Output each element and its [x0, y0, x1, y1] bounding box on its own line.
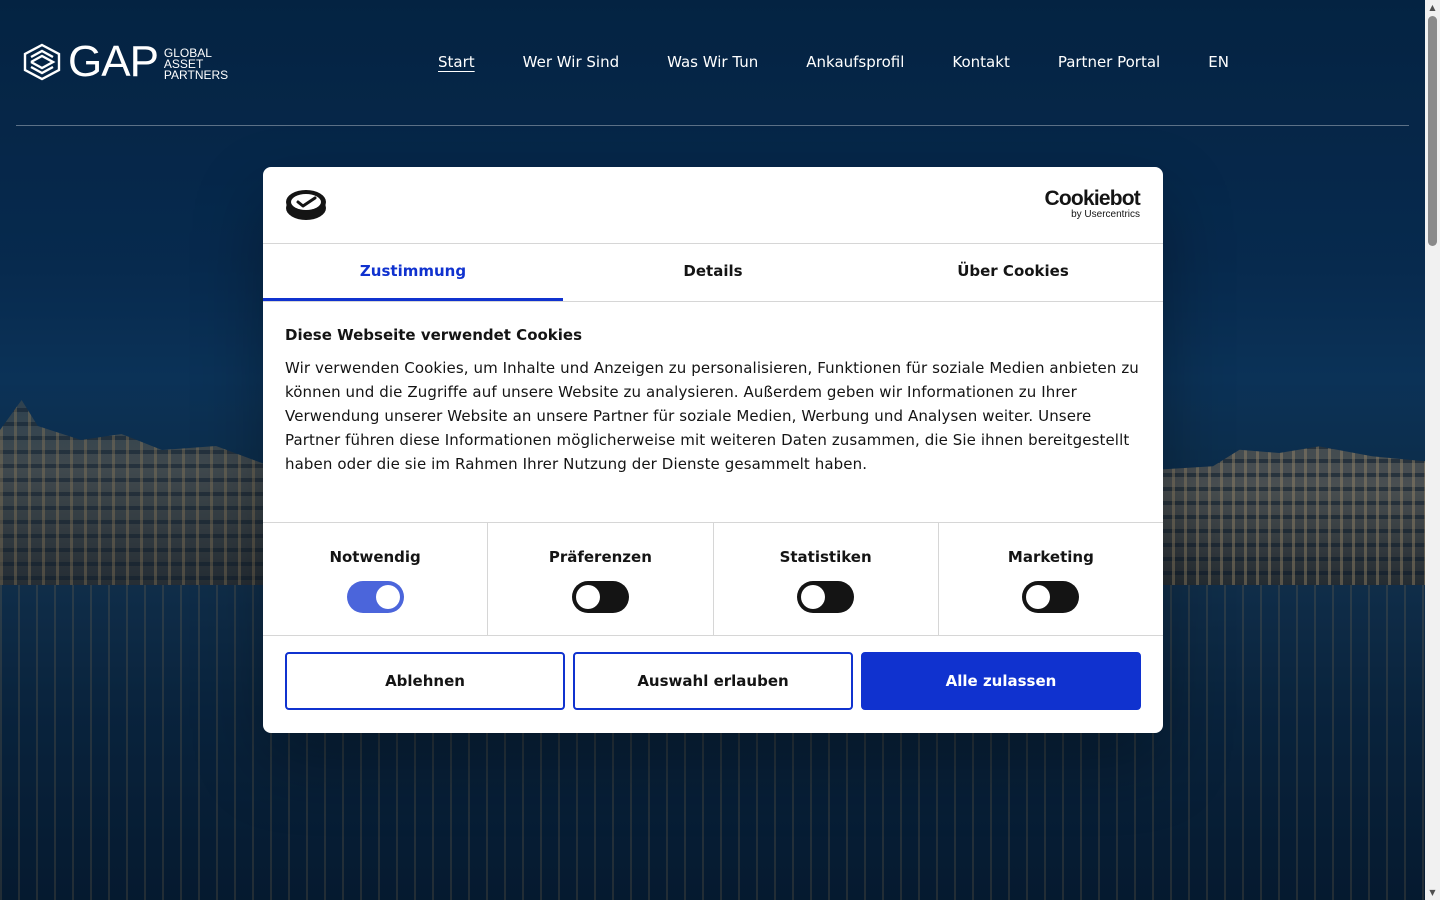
- nav-item-wer-wir-sind[interactable]: Wer Wir Sind: [523, 50, 619, 74]
- cookiebot-logo-text: Cookiebot: [1044, 187, 1141, 210]
- tab-zustimmung[interactable]: Zustimmung: [263, 244, 563, 301]
- scroll-thumb[interactable]: [1428, 16, 1437, 246]
- site-logo[interactable]: GAP GLOBAL ASSET PARTNERS: [22, 37, 229, 86]
- nav-item-start[interactable]: Start: [438, 50, 475, 74]
- decline-button[interactable]: Ablehnen: [285, 652, 565, 710]
- toggle-cell-notwendig: Notwendig: [263, 523, 489, 635]
- page-scrollbar[interactable]: ▲ ▼: [1425, 0, 1440, 900]
- gap-logo-icon: [23, 43, 61, 81]
- cookiebot-brand[interactable]: Cookiebot by Usercentrics: [1044, 187, 1141, 221]
- toggle-knob: [575, 585, 600, 609]
- site-header: GAP GLOBAL ASSET PARTNERS Start Wer Wir …: [0, 0, 1425, 126]
- toggle-cell-marketing: Marketing: [939, 523, 1163, 635]
- nav-item-kontakt[interactable]: Kontakt: [952, 50, 1009, 74]
- toggle-knob: [1026, 585, 1051, 609]
- toggle-label: Marketing: [1007, 548, 1094, 566]
- toggle-praeferenzen[interactable]: [571, 581, 629, 613]
- scroll-up-arrow-icon[interactable]: ▲: [1425, 0, 1440, 15]
- toggle-label: Präferenzen: [548, 548, 652, 566]
- tab-ueber-cookies[interactable]: Über Cookies: [863, 244, 1163, 301]
- header-divider: [16, 125, 1409, 126]
- toggle-cell-praeferenzen: Präferenzen: [488, 523, 714, 635]
- toggle-knob: [801, 585, 826, 609]
- toggle-marketing[interactable]: [1022, 581, 1080, 613]
- logo-sub-line: PARTNERS: [163, 67, 229, 82]
- nav-item-ankaufsprofil[interactable]: Ankaufsprofil: [806, 50, 904, 74]
- cookiebot-by-text: by Usercentrics: [1071, 209, 1140, 220]
- consent-tabs: Zustimmung Details Über Cookies: [263, 244, 1163, 302]
- dialog-description: Wir verwenden Cookies, um Inhalte und An…: [285, 359, 1139, 473]
- toggle-statistiken[interactable]: [797, 581, 855, 613]
- consent-toggles: Notwendig Präferenzen Statistiken Market…: [263, 523, 1163, 636]
- nav-item-partner-portal[interactable]: Partner Portal: [1058, 50, 1160, 74]
- toggle-label: Notwendig: [329, 548, 421, 566]
- main-nav: Start Wer Wir Sind Was Wir Tun Ankaufspr…: [438, 50, 1277, 74]
- logo-wordmark: GAP: [68, 37, 159, 86]
- nav-item-language-en[interactable]: EN: [1208, 50, 1229, 74]
- toggle-cell-statistiken: Statistiken: [714, 523, 939, 635]
- allow-all-button[interactable]: Alle zulassen: [861, 652, 1141, 710]
- tab-details[interactable]: Details: [563, 244, 863, 301]
- dialog-header: Cookiebot by Usercentrics: [263, 167, 1163, 244]
- site-cookie-logo-icon: [286, 190, 326, 220]
- nav-item-was-wir-tun[interactable]: Was Wir Tun: [667, 50, 758, 74]
- toggle-notwendig[interactable]: [346, 581, 404, 613]
- allow-selection-button[interactable]: Auswahl erlauben: [573, 652, 853, 710]
- toggle-knob: [375, 585, 400, 609]
- dialog-title: Diese Webseite verwendet Cookies: [285, 326, 583, 344]
- consent-buttons: Ablehnen Auswahl erlauben Alle zulassen: [263, 636, 1163, 726]
- scroll-down-arrow-icon[interactable]: ▼: [1425, 885, 1440, 900]
- dialog-body: Diese Webseite verwendet Cookies Wir ver…: [263, 302, 1163, 523]
- toggle-label: Statistiken: [779, 548, 872, 566]
- logo-subtitle: GLOBAL ASSET PARTNERS: [163, 47, 229, 82]
- cookie-consent-dialog: Cookiebot by Usercentrics Zustimmung Det…: [263, 167, 1163, 733]
